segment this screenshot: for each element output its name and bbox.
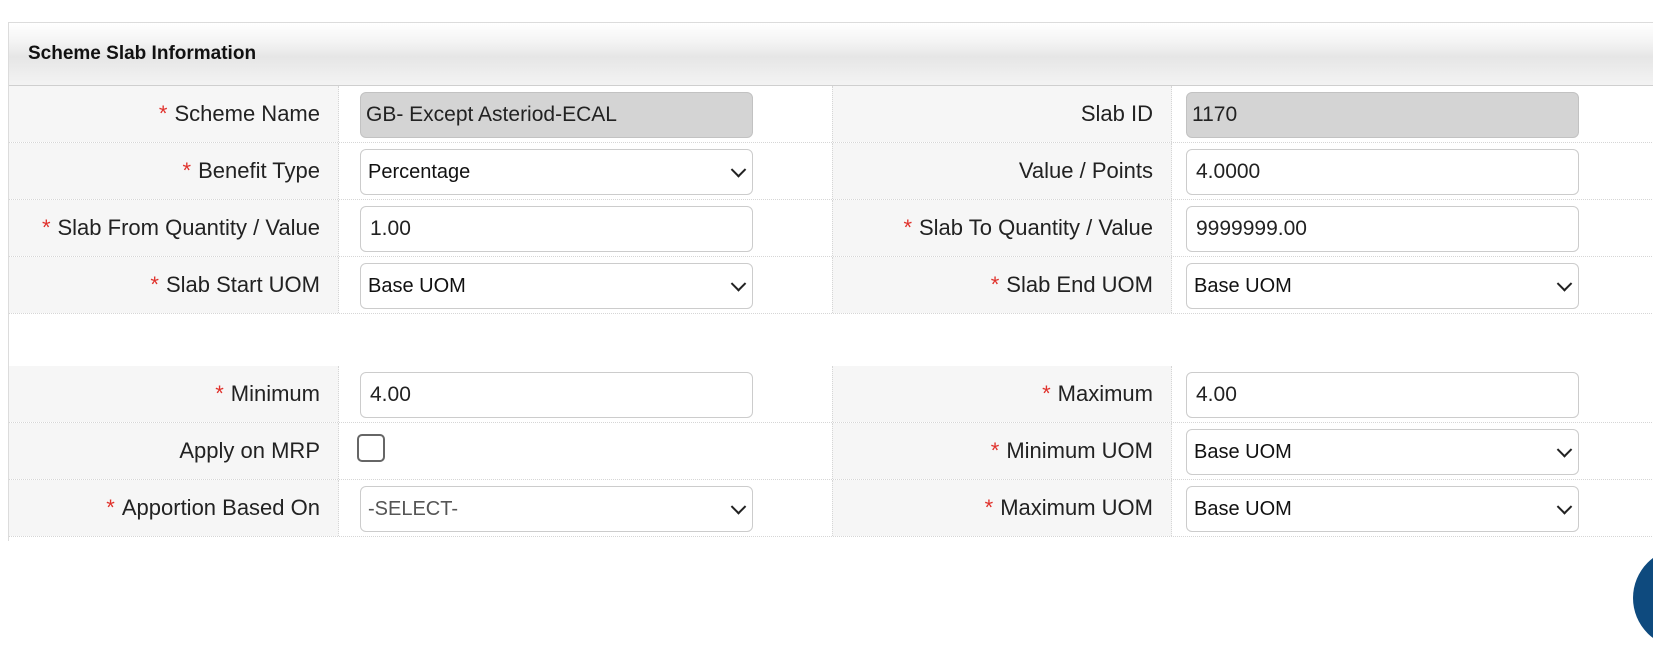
maximum-uom-label: * Maximum UOM: [832, 480, 1172, 536]
field-value: GB- Except Asteriod-ECAL: [366, 103, 617, 126]
select-value: Percentage: [368, 160, 471, 183]
minimum-uom-label: * Minimum UOM: [832, 423, 1172, 479]
form-row-apportion-max-uom: * Apportion Based On -SELECT- * Maximum …: [9, 480, 1653, 537]
label-text: Apportion Based On: [121, 495, 320, 520]
benefit-type-select[interactable]: Percentage: [360, 149, 753, 195]
select-value: Base UOM: [1194, 274, 1292, 297]
required-marker: *: [215, 381, 224, 406]
form-row-min-max: * Minimum 4.00 * Maximum 4.00: [9, 366, 1653, 423]
required-marker: *: [1042, 381, 1051, 406]
apportion-based-on-select[interactable]: -SELECT-: [360, 486, 753, 532]
limits-grid: * Minimum 4.00 * Maximum 4.00 Apply on M…: [9, 366, 1653, 537]
label-text: Minimum: [230, 381, 320, 406]
label-text: Scheme Name: [174, 101, 320, 126]
label-text: Slab Start UOM: [165, 272, 320, 297]
panel-title: Scheme Slab Information: [28, 43, 257, 64]
field-value: 4.00: [370, 383, 411, 406]
panel-header: Scheme Slab Information: [9, 23, 1653, 86]
label-text: Value / Points: [1018, 158, 1153, 183]
label-text: Maximum: [1057, 381, 1153, 406]
scheme-slab-panel: Scheme Slab Information * Scheme Name GB…: [8, 22, 1653, 541]
label-text: Apply on MRP: [179, 438, 320, 463]
slab-id-label: Slab ID: [832, 86, 1172, 142]
chevron-down-icon: [730, 162, 747, 178]
chevron-down-icon: [730, 499, 747, 515]
label-text: Maximum UOM: [1000, 495, 1153, 520]
form-row-mrp-min-uom: Apply on MRP * Minimum UOM Base UOM: [9, 423, 1653, 480]
label-text: Slab End UOM: [1006, 272, 1153, 297]
chevron-down-icon: [1556, 276, 1573, 292]
required-marker: *: [106, 495, 115, 520]
required-marker: *: [984, 495, 994, 520]
apply-on-mrp-label: Apply on MRP: [9, 423, 339, 479]
label-text: Slab From Quantity / Value: [57, 215, 321, 240]
slab-end-uom-select[interactable]: Base UOM: [1186, 263, 1579, 309]
apportion-based-on-label: * Apportion Based On: [9, 480, 339, 536]
select-value: -SELECT-: [368, 497, 459, 520]
required-marker: *: [158, 101, 168, 126]
form-row-scheme-name: * Scheme Name GB- Except Asteriod-ECAL S…: [9, 86, 1653, 143]
maximum-uom-select[interactable]: Base UOM: [1186, 486, 1579, 532]
field-value: 9999999.00: [1196, 217, 1307, 240]
select-value: Base UOM: [368, 274, 466, 297]
form-row-benefit-type: * Benefit Type Percentage Value / Points…: [9, 143, 1653, 200]
slab-start-uom-label: * Slab Start UOM: [9, 257, 339, 313]
apply-on-mrp-checkbox[interactable]: [357, 434, 385, 462]
scheme-name-field[interactable]: GB- Except Asteriod-ECAL: [360, 92, 753, 138]
chevron-down-icon: [730, 276, 747, 292]
minimum-uom-select[interactable]: Base UOM: [1186, 429, 1579, 475]
label-text: Minimum UOM: [1006, 438, 1153, 463]
field-value: 1.00: [370, 217, 411, 240]
scheme-name-label: * Scheme Name: [9, 86, 339, 142]
chevron-down-icon: [1556, 499, 1573, 515]
maximum-input[interactable]: 4.00: [1186, 372, 1579, 418]
required-marker: *: [41, 215, 51, 240]
slab-details-grid: * Scheme Name GB- Except Asteriod-ECAL S…: [9, 86, 1653, 314]
maximum-label: * Maximum: [832, 366, 1172, 422]
select-value: Base UOM: [1194, 440, 1292, 463]
form-row-slab-uom: * Slab Start UOM Base UOM * Slab End UOM…: [9, 257, 1653, 314]
required-marker: *: [903, 215, 912, 240]
floating-action-button[interactable]: [1633, 548, 1653, 648]
field-value: 4.0000: [1196, 160, 1261, 183]
label-text: Slab ID: [1080, 101, 1153, 126]
slab-from-quantity-label: * Slab From Quantity / Value: [9, 200, 339, 256]
chevron-down-icon: [1556, 442, 1573, 458]
benefit-type-label: * Benefit Type: [9, 143, 339, 199]
required-marker: *: [990, 272, 1000, 297]
value-points-input[interactable]: 4.0000: [1186, 149, 1579, 195]
slab-end-uom-label: * Slab End UOM: [832, 257, 1172, 313]
minimum-label: * Minimum: [9, 366, 339, 422]
field-value: 4.00: [1196, 383, 1237, 406]
label-text: Benefit Type: [198, 158, 320, 183]
required-marker: *: [990, 438, 1000, 463]
slab-start-uom-select[interactable]: Base UOM: [360, 263, 753, 309]
required-marker: *: [182, 158, 192, 183]
slab-to-quantity-label: * Slab To Quantity / Value: [832, 200, 1172, 256]
slab-from-quantity-input[interactable]: 1.00: [360, 206, 753, 252]
select-value: Base UOM: [1194, 497, 1292, 520]
minimum-input[interactable]: 4.00: [360, 372, 753, 418]
slab-id-field[interactable]: 1170: [1186, 92, 1579, 138]
required-marker: *: [150, 272, 159, 297]
form-row-slab-quantity: * Slab From Quantity / Value 1.00 * Slab…: [9, 200, 1653, 257]
value-points-label: Value / Points: [832, 143, 1172, 199]
label-text: Slab To Quantity / Value: [919, 215, 1153, 240]
field-value: 1170: [1192, 103, 1238, 126]
slab-to-quantity-input[interactable]: 9999999.00: [1186, 206, 1579, 252]
